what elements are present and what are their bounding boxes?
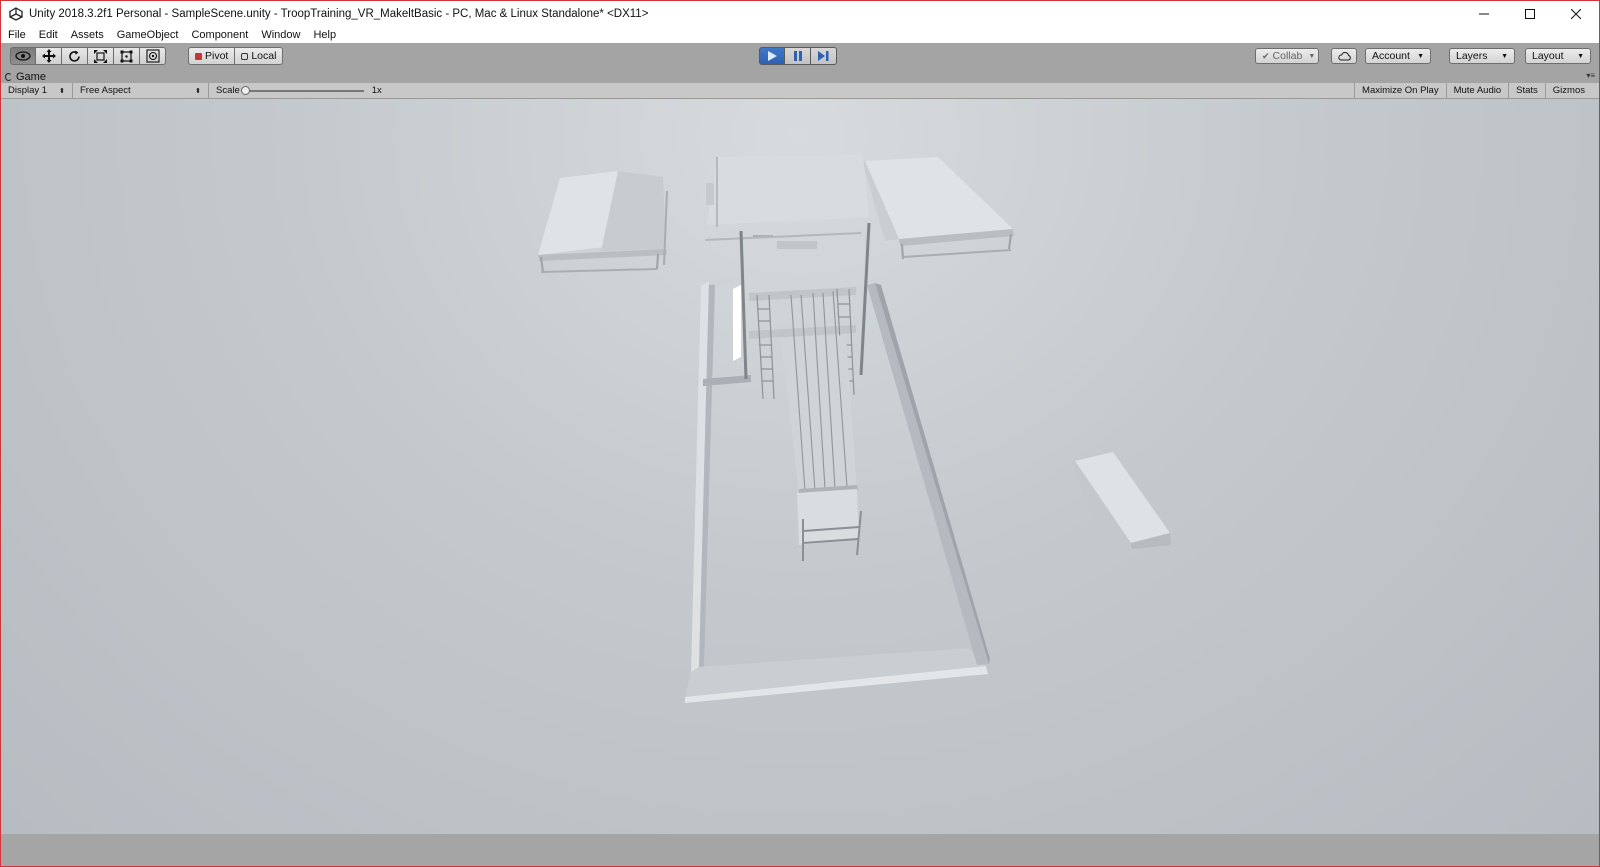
chevron-down-icon: ▼ (1308, 52, 1316, 60)
scene-render (538, 155, 1171, 703)
window-title: Unity 2018.3.2f1 Personal - SampleScene.… (29, 8, 649, 20)
move-icon[interactable] (36, 47, 62, 65)
updown-icon: ⬍ (195, 87, 201, 95)
display-dropdown[interactable]: Display 1 ⬍ (1, 83, 73, 98)
tab-menu-icon[interactable]: ▾≡ (1586, 71, 1595, 80)
chevron-down-icon: ▼ (1501, 52, 1508, 60)
game-tab-bar: Game ▾≡ (1, 70, 1599, 83)
maximize-icon[interactable] (1507, 1, 1553, 27)
game-controller-icon (5, 72, 12, 81)
menu-window[interactable]: Window (254, 29, 306, 41)
right-shed-model (861, 157, 1014, 260)
gizmos-label: Gizmos (1552, 85, 1585, 96)
mute-audio-toggle[interactable]: Mute Audio (1445, 83, 1509, 98)
transform-tools (10, 47, 166, 65)
chevron-down-icon: ▼ (1577, 52, 1584, 60)
layout-label: Layout (1532, 50, 1564, 62)
playback-controls (759, 47, 837, 65)
pivot-toggle-group: Pivot Local (188, 47, 284, 65)
close-icon[interactable] (1553, 1, 1599, 27)
cloud-button[interactable] (1331, 48, 1357, 64)
local-label: Local (251, 50, 277, 62)
display-label: Display 1 (8, 85, 48, 96)
pivot-label: Pivot (205, 50, 229, 62)
menu-bar: File Edit Assets GameObject Component Wi… (1, 27, 1599, 43)
layers-label: Layers (1456, 50, 1488, 62)
check-icon: ✔ (1262, 50, 1270, 61)
account-label: Account (1372, 50, 1410, 62)
local-button[interactable]: Local (235, 47, 284, 65)
scale-slider-thumb[interactable] (240, 85, 250, 95)
tab-game[interactable]: Game (5, 70, 46, 83)
unity-editor-window: Unity 2018.3.2f1 Personal - SampleScene.… (0, 0, 1600, 867)
window-controls (1461, 1, 1599, 27)
back-platform-model (704, 155, 869, 249)
collab-label: Collab (1272, 50, 1303, 62)
local-icon (241, 52, 249, 60)
game-view-toggles: Maximize On Play Mute Audio Stats Gizmos (1354, 83, 1599, 98)
left-shed-model (538, 171, 668, 273)
menu-file[interactable]: File (1, 29, 32, 41)
scale-icon[interactable] (88, 47, 114, 65)
scale-value: 1x (371, 85, 382, 96)
minimize-icon[interactable] (1461, 1, 1507, 27)
maximize-on-play-toggle[interactable]: Maximize On Play (1354, 83, 1446, 98)
game-tab-label: Game (16, 70, 46, 83)
chevron-down-icon: ▼ (1417, 52, 1424, 60)
status-bar (1, 834, 1599, 866)
stats-toggle[interactable]: Stats (1508, 83, 1545, 98)
unity-logo-icon (8, 6, 24, 22)
pivot-button[interactable]: Pivot (188, 47, 236, 65)
menu-assets[interactable]: Assets (64, 29, 110, 41)
crate-model (1075, 452, 1171, 549)
gizmos-dropdown[interactable]: Gizmos (1544, 83, 1599, 98)
account-dropdown[interactable]: Account ▼ (1365, 48, 1431, 64)
main-toolbar: Pivot Local ✔ Collab ▼ Account ▼ Layers … (1, 43, 1599, 71)
cloud-icon (1337, 51, 1351, 60)
aspect-dropdown[interactable]: Free Aspect ⬍ (73, 83, 209, 98)
hand-icon[interactable] (10, 47, 36, 65)
obstacle-structure-model (733, 222, 871, 561)
scale-control: Scale 1x (209, 83, 389, 98)
step-icon[interactable] (811, 47, 837, 65)
menu-help[interactable]: Help (306, 29, 342, 41)
collab-dropdown[interactable]: ✔ Collab ▼ (1255, 48, 1319, 64)
scale-label: Scale (216, 85, 240, 96)
menu-component[interactable]: Component (184, 29, 254, 41)
layers-dropdown[interactable]: Layers ▼ (1449, 48, 1515, 64)
pause-icon[interactable] (785, 47, 811, 65)
title-bar: Unity 2018.3.2f1 Personal - SampleScene.… (1, 1, 1599, 27)
rotate-icon[interactable] (62, 47, 88, 65)
rect-icon[interactable] (114, 47, 140, 65)
scale-slider[interactable] (240, 85, 364, 95)
layout-dropdown[interactable]: Layout ▼ (1525, 48, 1591, 64)
game-viewport[interactable] (1, 99, 1599, 834)
menu-gameobject[interactable]: GameObject (110, 29, 185, 41)
aspect-label: Free Aspect (80, 85, 131, 96)
transform-icon[interactable] (140, 47, 166, 65)
menu-edit[interactable]: Edit (32, 29, 64, 41)
play-icon[interactable] (759, 47, 785, 65)
updown-icon: ⬍ (59, 87, 65, 95)
pivot-icon (195, 52, 202, 60)
game-view-toolbar: Display 1 ⬍ Free Aspect ⬍ Scale 1x Maxim… (1, 83, 1599, 99)
